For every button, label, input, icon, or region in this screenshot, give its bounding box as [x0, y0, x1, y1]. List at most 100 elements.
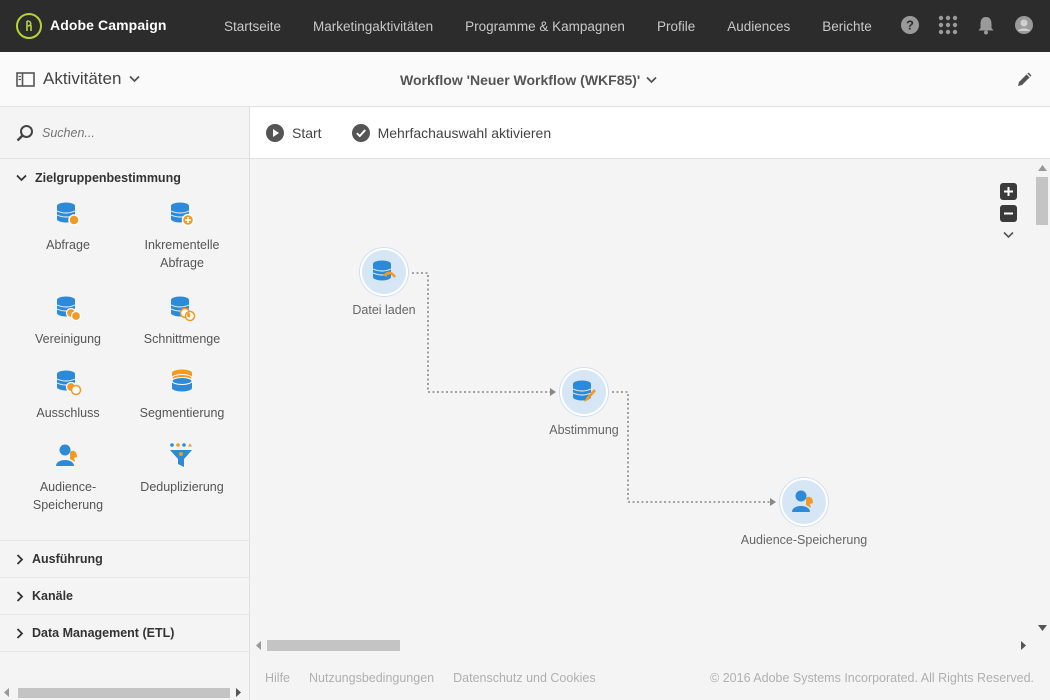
notifications-bell-icon[interactable]	[976, 15, 996, 35]
user-avatar-icon[interactable]	[1014, 15, 1034, 35]
canvas-vertical-scrollbar[interactable]	[1035, 159, 1050, 637]
section-execution[interactable]: Ausführung	[0, 541, 249, 578]
workflow-node-save-audience[interactable]: Audience-Speicherung	[724, 478, 884, 547]
chevron-down-icon	[16, 174, 27, 181]
footer-terms-link[interactable]: Nutzungsbedingungen	[309, 671, 434, 685]
chevron-down-icon[interactable]	[1003, 231, 1014, 239]
activity-query[interactable]: Abfrage	[11, 196, 125, 270]
query-icon	[56, 202, 80, 226]
reconciliation-icon	[572, 380, 596, 402]
section-data-management[interactable]: Data Management (ETL)	[0, 615, 249, 652]
section-targeting-label: Zielgruppenbestimmung	[35, 170, 181, 185]
chevron-down-icon	[646, 76, 657, 84]
scroll-left-arrow-icon[interactable]	[4, 688, 10, 697]
activity-label: Inkrementelle Abfrage	[144, 238, 220, 270]
play-icon	[266, 123, 284, 142]
start-button[interactable]: Start	[266, 123, 322, 142]
chevron-right-icon	[16, 553, 24, 565]
chevron-right-icon	[16, 590, 24, 602]
activity-palette: Abfrage Inkrementelle Abfrage Vereinigun…	[0, 196, 249, 541]
exclusion-icon	[56, 370, 82, 396]
section-channels-label: Kanäle	[32, 589, 73, 603]
activity-label: Schnittmenge	[143, 332, 221, 346]
activity-intersection[interactable]: Schnittmenge	[125, 290, 239, 364]
plus-icon	[1004, 187, 1013, 196]
footer-help-link[interactable]: Hilfe	[265, 671, 290, 685]
activity-label: Abfrage	[46, 238, 90, 252]
page-footer: Hilfe Nutzungsbedingungen Datenschutz un…	[250, 656, 1050, 700]
sidebar-panel-icon	[16, 71, 35, 87]
nav-item-reports[interactable]: Berichte	[806, 19, 888, 34]
activity-union[interactable]: Vereinigung	[11, 290, 125, 364]
section-targeting[interactable]: Zielgruppenbestimmung	[0, 159, 249, 196]
node-icon-circle	[780, 478, 828, 526]
activity-segmentation[interactable]: Segmentierung	[125, 364, 239, 438]
footer-privacy-link[interactable]: Datenschutz und Cookies	[453, 671, 595, 685]
deduplication-icon	[170, 443, 192, 467]
load-file-icon	[372, 260, 397, 281]
scroll-up-arrow-icon[interactable]	[1038, 165, 1047, 171]
activity-label: Audience-Speicherung	[32, 480, 104, 512]
activities-panel-toggle[interactable]: Aktivitäten	[16, 69, 141, 89]
section-data-management-label: Data Management (ETL)	[32, 626, 175, 640]
zoom-controls	[1000, 183, 1017, 239]
workflow-title-dropdown[interactable]: Workflow 'Neuer Workflow (WKF85)'	[400, 72, 657, 88]
search-icon	[16, 124, 33, 141]
copyright-text: © 2016 Adobe Systems Incorporated. All R…	[710, 671, 1034, 685]
workflow-title: Workflow 'Neuer Workflow (WKF85)'	[400, 72, 641, 88]
vertical-scroll-thumb[interactable]	[1036, 177, 1048, 225]
nav-item-home[interactable]: Startseite	[208, 19, 297, 34]
workflow-node-reconciliation[interactable]: Abstimmung	[524, 368, 644, 437]
section-channels[interactable]: Kanäle	[0, 578, 249, 615]
chevron-down-icon	[129, 75, 141, 83]
minus-icon	[1004, 212, 1013, 215]
activity-incremental-query[interactable]: Inkrementelle Abfrage	[125, 196, 239, 290]
help-icon[interactable]: ?	[900, 15, 920, 35]
workflow-header: Aktivitäten Workflow 'Neuer Workflow (WK…	[0, 52, 1050, 107]
activity-label: Ausschluss	[36, 406, 100, 420]
activity-exclusion[interactable]: Ausschluss	[11, 364, 125, 438]
nav-item-audiences[interactable]: Audiences	[711, 19, 806, 34]
scroll-right-arrow-icon[interactable]	[1021, 641, 1027, 650]
union-icon	[56, 296, 82, 322]
checkmark-circle-icon	[351, 123, 370, 142]
zoom-in-button[interactable]	[1000, 183, 1017, 200]
workflow-toolbar: Start Mehrfachauswahl aktivieren	[250, 107, 1050, 159]
edit-pencil-icon[interactable]	[1016, 70, 1034, 93]
workflow-node-load-file[interactable]: Datei laden	[334, 248, 434, 317]
app-grid-icon[interactable]	[938, 15, 958, 35]
multiselect-label: Mehrfachauswahl aktivieren	[377, 124, 552, 141]
save-audience-icon	[56, 444, 77, 466]
nav-item-programs-campaigns[interactable]: Programme & Kampagnen	[449, 19, 641, 34]
horizontal-scroll-thumb[interactable]	[267, 640, 400, 651]
zoom-out-button[interactable]	[1000, 205, 1017, 222]
nav-item-marketing-activities[interactable]: Marketingaktivitäten	[297, 19, 449, 34]
brand-name[interactable]: Adobe Campaign	[50, 17, 167, 33]
activity-save-audience[interactable]: Audience-Speicherung	[11, 438, 125, 532]
chevron-right-icon	[16, 627, 24, 639]
workflow-canvas[interactable]: Datei laden Abstimmung Audience-Speicher…	[250, 159, 1035, 637]
adobe-campaign-logo-icon[interactable]	[16, 13, 42, 39]
nav-item-profiles[interactable]: Profile	[641, 19, 711, 34]
node-icon-circle	[560, 368, 608, 416]
scroll-left-arrow-icon[interactable]	[256, 641, 262, 650]
scroll-right-arrow-icon[interactable]	[236, 688, 242, 697]
sidebar-horizontal-scrollbar[interactable]	[0, 684, 250, 700]
main-nav: Startseite Marketingaktivitäten Programm…	[208, 0, 888, 52]
multiselect-button[interactable]: Mehrfachauswahl aktivieren	[351, 123, 552, 142]
canvas-horizontal-scrollbar[interactable]	[250, 637, 1035, 654]
intersection-icon	[170, 296, 196, 322]
activity-deduplication[interactable]: Deduplizierung	[125, 438, 239, 532]
sidebar-scroll-thumb[interactable]	[18, 688, 230, 698]
search-input[interactable]	[42, 125, 222, 140]
scroll-down-arrow-icon[interactable]	[1038, 625, 1047, 631]
activity-label: Vereinigung	[34, 332, 102, 346]
incremental-query-icon	[170, 202, 195, 227]
save-audience-icon	[792, 490, 813, 512]
svg-text:?: ?	[906, 18, 914, 33]
node-label: Abstimmung	[549, 423, 619, 437]
activity-label: Segmentierung	[139, 406, 225, 420]
activity-search	[0, 107, 249, 159]
activity-label: Deduplizierung	[140, 480, 224, 494]
section-execution-label: Ausführung	[32, 552, 103, 566]
